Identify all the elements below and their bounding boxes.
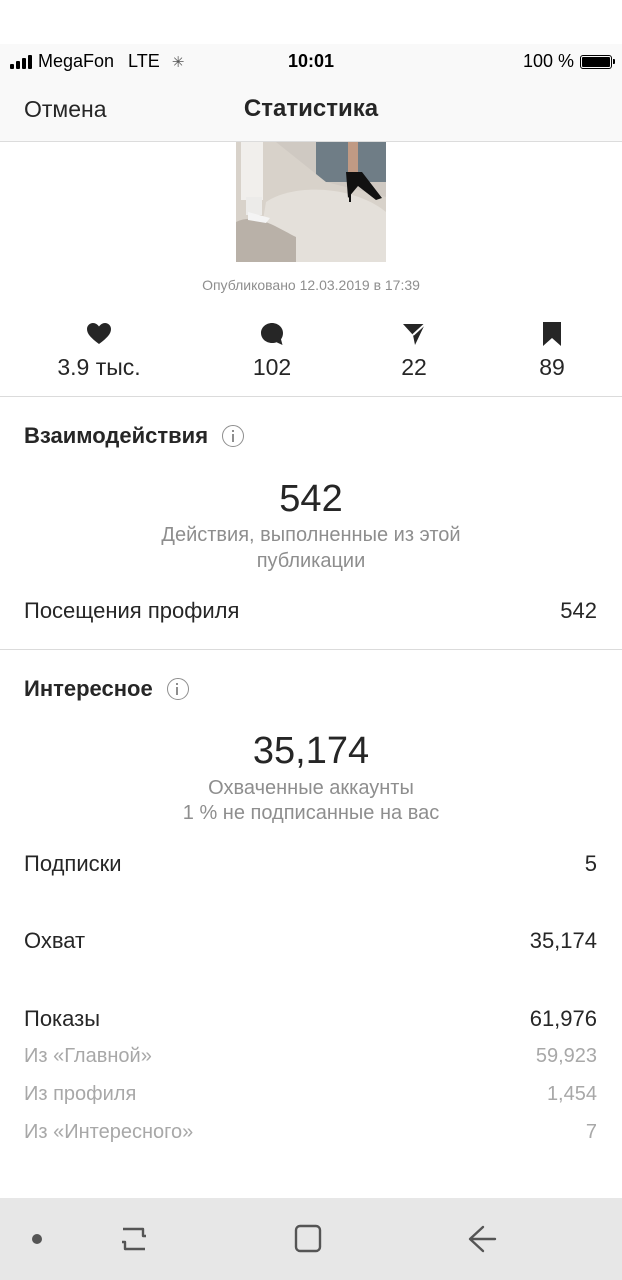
post-thumbnail[interactable]: [236, 142, 386, 262]
discovery-title: Интересное: [24, 676, 153, 701]
impressions-from-profile-row: Из профиля 1,454: [24, 1083, 597, 1113]
row-label: Из профиля: [24, 1083, 137, 1105]
post-photo: [236, 142, 386, 262]
info-icon[interactable]: [166, 678, 189, 700]
divider: [0, 649, 622, 650]
top-blank-area: [0, 0, 622, 44]
impressions-from-home-row: Из «Главной» 59,923: [24, 1045, 597, 1075]
divider: [0, 396, 622, 397]
paper-plane-icon: [354, 320, 474, 348]
row-label: Из «Интересного»: [24, 1121, 194, 1143]
interactions-section-header: Взаимодействия: [24, 423, 245, 449]
home-button[interactable]: [278, 1198, 338, 1280]
impressions-row: Показы 61,976: [24, 1006, 597, 1036]
profile-visits-row: Посещения профиля 542: [24, 598, 597, 628]
back-button[interactable]: [452, 1198, 512, 1280]
comments-stat[interactable]: 102: [212, 320, 332, 381]
likes-stat[interactable]: 3.9 тыс.: [39, 320, 159, 381]
published-date: Опубликовано 12.03.2019 в 17:39: [202, 277, 420, 293]
interactions-caption-line1: Действия, выполненные из этой: [161, 524, 461, 546]
row-value: 1,454: [546, 1083, 597, 1105]
heart-icon: [39, 320, 159, 348]
row-label: Охват: [24, 928, 86, 953]
row-value: 5: [584, 851, 597, 876]
row-value: 59,923: [535, 1045, 597, 1067]
discovery-total: 35,174: [252, 730, 370, 772]
likes-count: 3.9 тыс.: [57, 354, 141, 380]
discovery-caption-line1: Охваченные аккаунты: [208, 777, 414, 799]
follows-row: Подписки 5: [24, 851, 597, 881]
comments-count: 102: [252, 354, 292, 380]
post-stats-row: 3.9 тыс. 102 22 89: [0, 320, 622, 384]
cancel-button[interactable]: Отмена: [24, 96, 107, 123]
home-square-icon: [294, 1224, 322, 1253]
info-icon[interactable]: [222, 425, 245, 447]
battery-percent: 100 %: [522, 51, 574, 71]
discovery-section-header: Интересное: [24, 676, 189, 702]
system-navigation-bar: [0, 1198, 622, 1280]
reach-row: Охват 35,174: [24, 928, 597, 958]
dot-indicator-button[interactable]: [22, 1198, 52, 1280]
status-bar: MegaFon LTE ✳ 10:01 100 %: [0, 44, 622, 80]
saves-stat[interactable]: 89: [492, 320, 612, 381]
row-value: 7: [585, 1121, 597, 1143]
interactions-caption-line2: публикации: [256, 550, 366, 572]
impressions-from-explore-row: Из «Интересного» 7: [24, 1121, 597, 1151]
dot-icon: [32, 1234, 42, 1244]
discovery-caption-line2: 1 % не подписанные на вас: [182, 802, 440, 824]
comment-bubble-icon: [212, 320, 332, 348]
row-label: Из «Главной»: [24, 1045, 152, 1067]
row-value: 61,976: [529, 1006, 597, 1031]
saves-count: 89: [539, 354, 565, 380]
row-label: Посещения профиля: [24, 598, 240, 623]
row-value: 542: [560, 598, 597, 623]
row-label: Показы: [24, 1006, 101, 1031]
bookmark-icon: [492, 320, 612, 348]
nav-bar: Отмена Статистика: [0, 80, 622, 142]
status-right: 100 %: [522, 51, 615, 72]
interactions-total: 542: [279, 478, 343, 520]
shares-stat[interactable]: 22: [354, 320, 474, 381]
recent-apps-button[interactable]: [104, 1198, 164, 1280]
shares-count: 22: [401, 354, 427, 380]
back-arrow-icon: [468, 1225, 497, 1253]
row-label: Подписки: [24, 851, 122, 876]
row-value: 35,174: [529, 928, 597, 953]
recent-apps-icon: [122, 1227, 146, 1251]
battery-icon: [580, 54, 615, 69]
interactions-title: Взаимодействия: [24, 423, 209, 448]
